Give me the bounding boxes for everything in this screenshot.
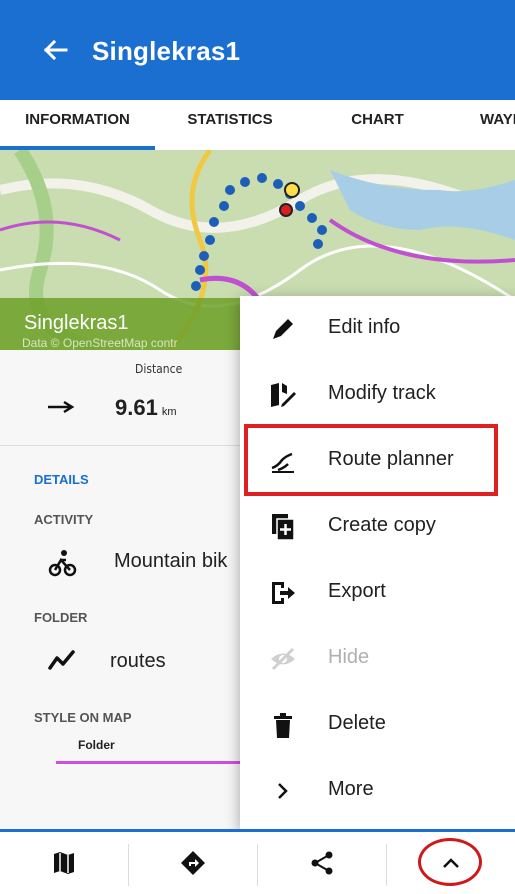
distance-unit: km	[161, 406, 177, 418]
menu-label-export: Export	[328, 580, 386, 602]
tab-chart[interactable]: CHART	[305, 100, 450, 150]
folder-heading: FOLDER	[34, 610, 88, 625]
route-planner-icon	[271, 452, 294, 473]
export-icon	[272, 582, 295, 604]
copy-icon	[272, 514, 295, 541]
style-sub-label: Folder	[78, 738, 115, 752]
distance-arrow-icon	[48, 400, 75, 414]
menu-label-more: More	[328, 778, 374, 800]
menu-item-route-planner[interactable]: Route planner	[240, 428, 515, 494]
mountain-bike-icon	[48, 550, 77, 577]
page-title: Singlekras1	[92, 36, 241, 66]
menu-label-delete: Delete	[328, 712, 386, 734]
menu-label-route-planner: Route planner	[328, 448, 454, 470]
menu-item-edit-info[interactable]: Edit info	[240, 296, 515, 362]
menu-item-create-copy[interactable]: Create copy	[240, 494, 515, 560]
pencil-icon	[273, 319, 293, 339]
modify-track-icon	[271, 383, 296, 407]
menu-item-hide[interactable]: Hide	[240, 626, 515, 692]
tab-waypoints[interactable]: WAYP	[450, 100, 515, 150]
menu-label-create-copy: Create copy	[328, 514, 436, 536]
distance-number: 9.61	[115, 395, 158, 420]
style-color-line[interactable]	[56, 761, 246, 764]
menu-item-export[interactable]: Export	[240, 560, 515, 626]
distance-value: 9.61 km	[115, 395, 177, 421]
navigate-icon	[181, 851, 205, 875]
hide-icon	[271, 647, 295, 671]
navigate-button[interactable]	[129, 832, 257, 894]
menu-item-more[interactable]: More	[240, 758, 515, 824]
route-folder-icon	[48, 650, 75, 670]
overflow-menu: Edit info Modify track Route planner Cre…	[240, 296, 515, 829]
map-track-name: Singlekras1	[24, 312, 129, 334]
map-button[interactable]	[0, 832, 128, 894]
menu-item-delete[interactable]: Delete	[240, 692, 515, 758]
share-button[interactable]	[258, 832, 386, 894]
chevron-right-icon	[278, 783, 288, 799]
style-heading: STYLE ON MAP	[34, 710, 132, 725]
menu-label-hide: Hide	[328, 646, 370, 668]
activity-value: Mountain bik	[114, 550, 228, 572]
distance-label: Distance	[135, 362, 183, 376]
folder-value: routes	[110, 650, 166, 672]
tab-statistics[interactable]: STATISTICS	[155, 100, 305, 150]
menu-label-modify-track: Modify track	[328, 382, 436, 404]
activity-heading: ACTIVITY	[34, 512, 94, 527]
app-bar: Singlekras1	[0, 0, 515, 100]
map-attribution: Data © OpenStreetMap contr	[22, 336, 178, 350]
details-heading: DETAILS	[34, 472, 89, 487]
menu-label-edit-info: Edit info	[328, 316, 401, 338]
back-arrow-icon[interactable]	[36, 30, 76, 70]
tab-information[interactable]: INFORMATION	[0, 100, 155, 150]
trash-icon	[274, 713, 292, 738]
share-icon	[311, 851, 333, 875]
chevron-up-annotation-circle	[418, 838, 482, 886]
menu-item-modify-track[interactable]: Modify track	[240, 362, 515, 428]
tab-bar: INFORMATION STATISTICS CHART WAYP	[0, 100, 515, 151]
map-icon	[54, 852, 74, 874]
